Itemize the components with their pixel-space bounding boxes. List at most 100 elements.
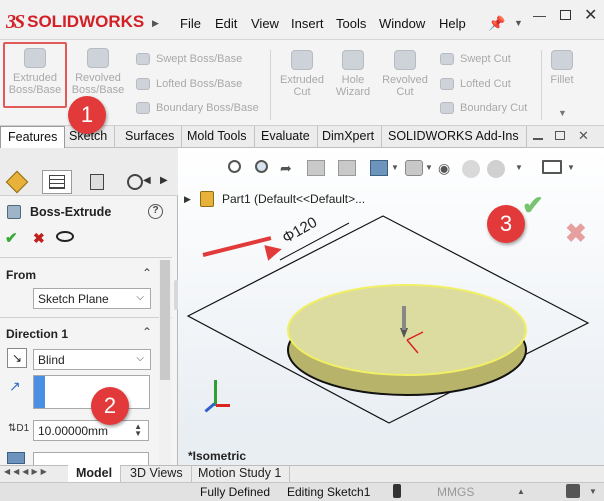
menu-view[interactable]: View bbox=[251, 16, 279, 31]
rebuild-status-icon[interactable] bbox=[393, 484, 401, 498]
maximize-window-icon[interactable] bbox=[560, 10, 571, 20]
menu-tools[interactable]: Tools bbox=[336, 16, 366, 31]
property-manager-title: Boss-Extrude bbox=[30, 205, 112, 219]
customize-icon[interactable] bbox=[566, 484, 580, 498]
doc-minimize-icon[interactable] bbox=[533, 138, 543, 140]
lofted-boss-button[interactable]: Lofted Boss/Base bbox=[136, 78, 242, 90]
minimize-window-icon[interactable]: — bbox=[533, 8, 546, 23]
menu-edit[interactable]: Edit bbox=[215, 16, 237, 31]
hole-wizard-button[interactable]: Hole Wizard bbox=[330, 50, 376, 98]
from-select-value: Sketch Plane bbox=[38, 291, 109, 306]
units-dropdown-icon[interactable]: ▲ bbox=[517, 487, 525, 496]
tab-surfaces[interactable]: Surfaces bbox=[118, 126, 183, 148]
callout-3-number: 3 bbox=[499, 211, 513, 236]
revolved-boss-base-button[interactable]: Revolved Boss/Base bbox=[68, 48, 128, 96]
tab-3d-views[interactable]: 3D Views bbox=[122, 465, 192, 482]
lofted-boss-label: Lofted Boss/Base bbox=[156, 78, 243, 90]
callout-1-number: 1 bbox=[80, 102, 94, 127]
depth-icon: ⇅D1 bbox=[8, 423, 30, 434]
status-units[interactable]: MMGS bbox=[437, 485, 474, 499]
boundary-cut-icon bbox=[440, 102, 454, 114]
lofted-cut-button[interactable]: Lofted Cut bbox=[440, 78, 511, 90]
command-separator bbox=[270, 50, 271, 120]
callout-2-number: 2 bbox=[103, 393, 117, 418]
panel-scrollbar[interactable] bbox=[159, 260, 171, 465]
property-manager-tab[interactable] bbox=[42, 170, 72, 194]
doc-close-icon[interactable]: ✕ bbox=[578, 128, 589, 144]
revolved-cut-label: Revolved Cut bbox=[382, 74, 428, 98]
panel-scroll-left-icon[interactable]: ◀ bbox=[143, 175, 151, 186]
callout-1: 1 bbox=[68, 96, 106, 134]
tab-motion-study-1[interactable]: Motion Study 1 bbox=[190, 465, 291, 482]
swept-cut-label: Swept Cut bbox=[460, 53, 511, 65]
fillet-button[interactable]: Fillet bbox=[546, 50, 578, 86]
tab-features[interactable]: Features bbox=[0, 126, 66, 148]
status-dropdown-icon[interactable]: ▼ bbox=[589, 487, 597, 496]
swept-boss-button[interactable]: Swept Boss/Base bbox=[136, 53, 242, 65]
tab-mold-tools[interactable]: Mold Tools bbox=[180, 126, 255, 148]
boundary-boss-button[interactable]: Boundary Boss/Base bbox=[136, 102, 259, 114]
extrude-arrow-shaft bbox=[402, 306, 406, 330]
cancel-x-icon[interactable]: ✖ bbox=[33, 230, 45, 247]
menu-insert[interactable]: Insert bbox=[291, 16, 324, 31]
fillet-icon bbox=[551, 50, 573, 70]
panel-scroll-right-icon[interactable]: ▶ bbox=[160, 175, 168, 186]
chevron-down-icon: ⌵ bbox=[136, 353, 144, 364]
lofted-boss-icon bbox=[136, 78, 150, 90]
menu-window[interactable]: Window bbox=[379, 16, 425, 31]
confirmation-ok-icon[interactable]: ✔ bbox=[522, 190, 544, 221]
feature-tree-icon bbox=[5, 170, 29, 194]
spinner-icon[interactable]: ▲ ▼ bbox=[134, 423, 142, 438]
tab-dimxpert[interactable]: DimXpert bbox=[315, 126, 383, 148]
from-select[interactable]: Sketch Plane ⌵ bbox=[33, 288, 151, 309]
swept-boss-label: Swept Boss/Base bbox=[156, 53, 243, 65]
extruded-cut-icon bbox=[291, 50, 313, 70]
swept-cut-button[interactable]: Swept Cut bbox=[440, 53, 511, 65]
menu-help[interactable]: Help bbox=[439, 16, 466, 31]
callout-2: 2 bbox=[91, 387, 129, 425]
preview-eye-icon[interactable] bbox=[56, 231, 74, 242]
property-list-icon bbox=[49, 175, 65, 189]
from-collapse-icon[interactable]: ⌃ bbox=[142, 266, 152, 280]
scrollbar-thumb[interactable] bbox=[160, 260, 170, 380]
dimxpert-icon bbox=[127, 174, 143, 190]
boundary-cut-button[interactable]: Boundary Cut bbox=[440, 102, 527, 114]
tab-scroll-arrows[interactable]: ◀◀◀▶▶ bbox=[4, 467, 50, 476]
extruded-boss-base-button[interactable]: Extruded Boss/Base bbox=[6, 48, 64, 96]
configuration-manager-tab[interactable] bbox=[82, 170, 112, 194]
section-divider-2 bbox=[0, 317, 172, 318]
boundary-boss-label: Boundary Boss/Base bbox=[156, 102, 259, 114]
tab-evaluate[interactable]: Evaluate bbox=[254, 126, 318, 148]
tab-solidworks-add-ins[interactable]: SOLIDWORKS Add-Ins bbox=[381, 126, 527, 148]
feature-manager-tab[interactable] bbox=[2, 170, 32, 194]
callout-3: 3 bbox=[487, 205, 525, 243]
direction-collapse-icon[interactable]: ⌃ bbox=[142, 325, 152, 339]
draft-field[interactable] bbox=[33, 452, 149, 465]
depth-input[interactable]: 10.00000mm ▲ ▼ bbox=[33, 420, 149, 441]
end-condition-select[interactable]: Blind ⌵ bbox=[33, 349, 151, 370]
fillet-label: Fillet bbox=[550, 74, 574, 86]
confirmation-cancel-icon[interactable]: ✖ bbox=[565, 218, 587, 249]
ok-checkmark-icon[interactable]: ✔ bbox=[5, 229, 18, 247]
extruded-cut-button[interactable]: Extruded Cut bbox=[276, 50, 328, 98]
hole-wizard-icon bbox=[342, 50, 364, 70]
revolved-cut-button[interactable]: Revolved Cut bbox=[379, 50, 431, 98]
fillet-dropdown-icon[interactable]: ▼ bbox=[558, 108, 567, 118]
help-icon[interactable]: ? bbox=[148, 204, 163, 219]
close-window-icon[interactable]: ✕ bbox=[584, 5, 597, 25]
extruded-cut-label: Extruded Cut bbox=[279, 74, 325, 98]
boundary-boss-icon bbox=[136, 102, 150, 114]
depth-value: 10.00000mm bbox=[38, 423, 109, 438]
lofted-cut-icon bbox=[440, 78, 454, 90]
menu-file[interactable]: File bbox=[180, 16, 201, 31]
menu-dropdown-icon[interactable]: ▼ bbox=[514, 18, 523, 28]
solidworks-logo[interactable]: 3S SOLIDWORKS bbox=[6, 10, 144, 34]
reverse-direction-icon[interactable]: ↘ bbox=[7, 348, 27, 368]
tab-model[interactable]: Model bbox=[68, 465, 122, 482]
pin-icon[interactable]: 📌 bbox=[488, 15, 505, 32]
logo-dropdown-arrow[interactable]: ▶ bbox=[152, 18, 159, 29]
revolved-boss-icon bbox=[87, 48, 109, 68]
doc-restore-icon[interactable] bbox=[555, 131, 565, 140]
direction-1-label: Direction 1 bbox=[6, 327, 69, 341]
selection-highlight bbox=[34, 376, 45, 408]
